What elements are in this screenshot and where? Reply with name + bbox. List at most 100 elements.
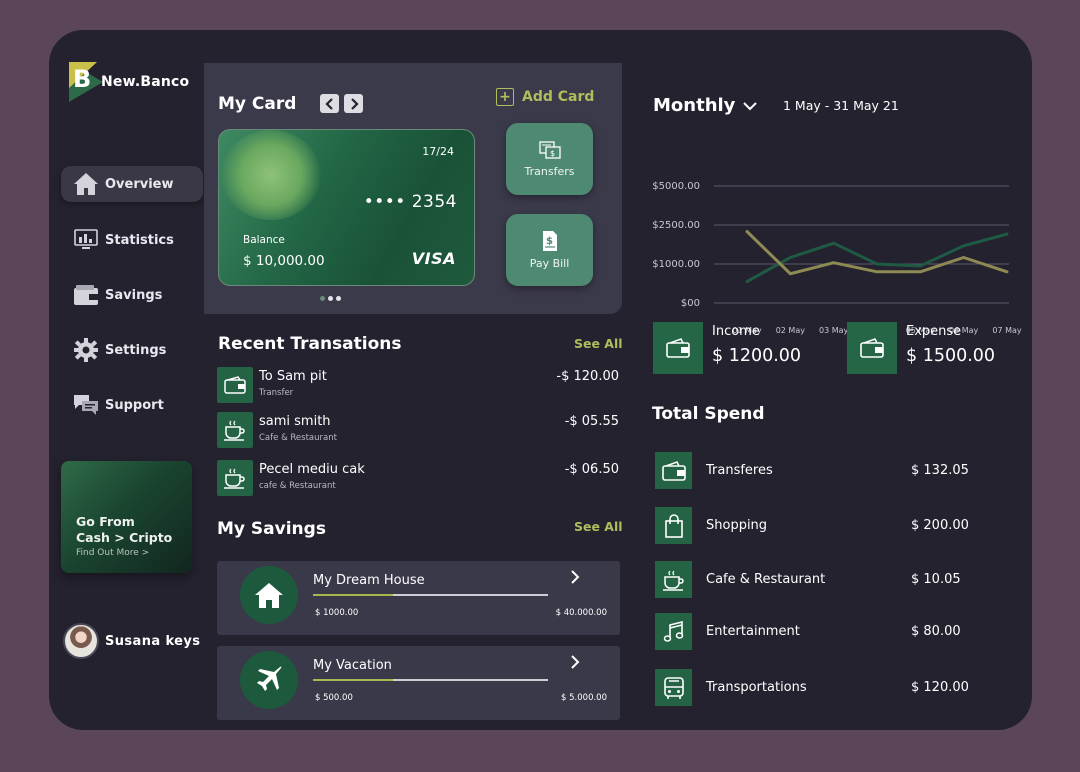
card-expiry: 17/24 — [422, 145, 454, 158]
y-tick-label: $1000.00 — [652, 259, 700, 270]
shopping-bag-icon — [655, 507, 692, 544]
transaction-amount: -$ 05.55 — [564, 414, 619, 429]
card-decoration — [221, 130, 321, 220]
pay-bill-button[interactable]: $ Pay Bill — [506, 214, 593, 286]
prev-card-button[interactable] — [320, 94, 339, 113]
income-card: Income $ 1200.00 — [649, 322, 829, 378]
overview-panel: Monthly 1 May - 31 May 21 $00 $1000.00 $25… — [624, 63, 1032, 730]
bill-icon: $ — [542, 231, 557, 251]
chevron-right-icon[interactable] — [570, 570, 580, 584]
period-dropdown[interactable]: Monthly — [653, 95, 758, 116]
my-card-title: My Card — [218, 94, 297, 114]
total-spend-title: Total Spend — [652, 404, 765, 424]
credit-card[interactable]: 17/24 •••• 2354 Balance $ 10,000.00 VISA — [218, 129, 475, 286]
crypto-promo-card[interactable]: Go From Cash > Cripto Find Out More > — [61, 461, 192, 573]
coffee-icon — [217, 412, 253, 448]
user-profile[interactable]: Susana keys — [63, 623, 200, 659]
y-tick-label: $2500.00 — [652, 220, 700, 231]
music-note-icon — [655, 613, 692, 650]
add-card-label: Add Card — [522, 89, 595, 105]
spend-category: Entertainment — [706, 624, 800, 639]
card-number: •••• 2354 — [363, 192, 457, 212]
transfers-button[interactable]: $ Transfers — [506, 123, 593, 195]
spend-row[interactable]: Transferes $ 132.05 — [655, 452, 985, 490]
wallet-icon — [653, 322, 703, 374]
sidebar-item-savings[interactable]: Savings — [61, 277, 203, 313]
visa-logo: VISA — [411, 249, 456, 268]
chevron-right-icon — [350, 97, 359, 110]
savings-see-all-link[interactable]: See All — [574, 519, 623, 534]
sidebar: B New.Banco Overview Statistics Savings — [49, 30, 204, 730]
sidebar-item-settings[interactable]: Settings — [61, 332, 203, 368]
avatar — [63, 623, 99, 659]
transfers-label: Transfers — [524, 165, 575, 178]
gear-icon — [73, 338, 99, 362]
spend-row[interactable]: Transportations $ 120.00 — [655, 669, 985, 707]
expense-label: Expense — [906, 324, 962, 339]
income-label: Income — [712, 324, 760, 339]
transaction-name: sami smith — [259, 414, 331, 429]
wallet-icon — [847, 322, 897, 374]
spend-category: Transportations — [706, 680, 807, 695]
saving-goal-amount: $ 40.000.00 — [555, 608, 607, 618]
add-card-button[interactable]: + Add Card — [496, 88, 594, 106]
transaction-amount: -$ 120.00 — [556, 369, 619, 384]
series-line-2 — [745, 230, 1009, 276]
user-name: Susana keys — [105, 633, 201, 649]
transfer-icon: $ — [538, 141, 561, 159]
period-label: Monthly — [653, 95, 736, 116]
expense-value: $ 1500.00 — [906, 346, 996, 366]
transaction-row[interactable]: sami smith Cafe & Restaurant -$ 05.55 — [217, 412, 619, 450]
carousel-dot[interactable] — [320, 296, 325, 301]
chevron-left-icon — [324, 97, 333, 110]
saving-goal-card[interactable]: My Vacation $ 500.00 $ 5.000.00 — [217, 646, 620, 720]
saving-current-amount: $ 500.00 — [315, 693, 353, 703]
next-card-button[interactable] — [344, 94, 363, 113]
carousel-dot[interactable] — [328, 296, 333, 301]
spend-row[interactable]: Shopping $ 200.00 — [655, 507, 985, 545]
saving-progress-bar — [313, 679, 548, 681]
svg-text:$: $ — [550, 149, 555, 158]
date-range[interactable]: 1 May - 31 May 21 — [783, 98, 899, 113]
pay-bill-label: Pay Bill — [529, 257, 570, 270]
transactions-see-all-link[interactable]: See All — [574, 336, 623, 351]
sidebar-item-statistics[interactable]: Statistics — [61, 222, 203, 258]
transaction-row[interactable]: Pecel mediu cak cafe & Restaurant -$ 06.… — [217, 460, 619, 498]
sidebar-item-label: Settings — [105, 342, 167, 358]
carousel-dot[interactable] — [336, 296, 341, 301]
spend-amount: $ 200.00 — [911, 518, 969, 533]
spend-row[interactable]: Cafe & Restaurant $ 10.05 — [655, 561, 985, 599]
y-tick-label: $00 — [681, 298, 700, 309]
saving-progress-bar — [313, 594, 548, 596]
airplane-icon — [240, 651, 298, 709]
transaction-category: Transfer — [259, 388, 294, 398]
sidebar-item-overview[interactable]: Overview — [61, 166, 203, 202]
transaction-name: Pecel mediu cak — [259, 462, 365, 477]
spend-row[interactable]: Entertainment $ 80.00 — [655, 613, 985, 651]
promo-line-1: Go From — [76, 514, 135, 529]
find-out-more-link[interactable]: Find Out More > — [76, 548, 192, 558]
card-balance-label: Balance — [243, 234, 285, 246]
saving-goal-card[interactable]: My Dream House $ 1000.00 $ 40.000.00 — [217, 561, 620, 635]
sidebar-item-label: Support — [105, 397, 164, 413]
saving-current-amount: $ 1000.00 — [315, 608, 359, 618]
wallet-icon — [217, 367, 253, 403]
income-value: $ 1200.00 — [712, 346, 802, 366]
monthly-line-chart: $00$1000.00$2500.00$5000.0001 May 02 May 0… — [652, 181, 1022, 335]
chevron-right-icon[interactable] — [570, 655, 580, 669]
plus-icon: + — [496, 88, 514, 106]
y-tick-label: $5000.00 — [652, 181, 700, 192]
sidebar-item-support[interactable]: Support — [61, 387, 203, 423]
brand-name: New.Banco — [101, 74, 190, 90]
spend-amount: $ 80.00 — [911, 624, 961, 639]
spend-category: Transferes — [706, 463, 773, 478]
home-icon — [73, 172, 99, 196]
saving-progress-fill — [313, 594, 393, 596]
transaction-category: cafe & Restaurant — [259, 481, 336, 491]
promo-line-2: Cash > Cripto — [76, 530, 173, 545]
transaction-name: To Sam pit — [259, 369, 327, 384]
sidebar-item-label: Overview — [105, 176, 174, 192]
sidebar-item-label: Savings — [105, 287, 163, 303]
transaction-row[interactable]: To Sam pit Transfer -$ 120.00 — [217, 367, 619, 405]
coffee-icon — [217, 460, 253, 496]
